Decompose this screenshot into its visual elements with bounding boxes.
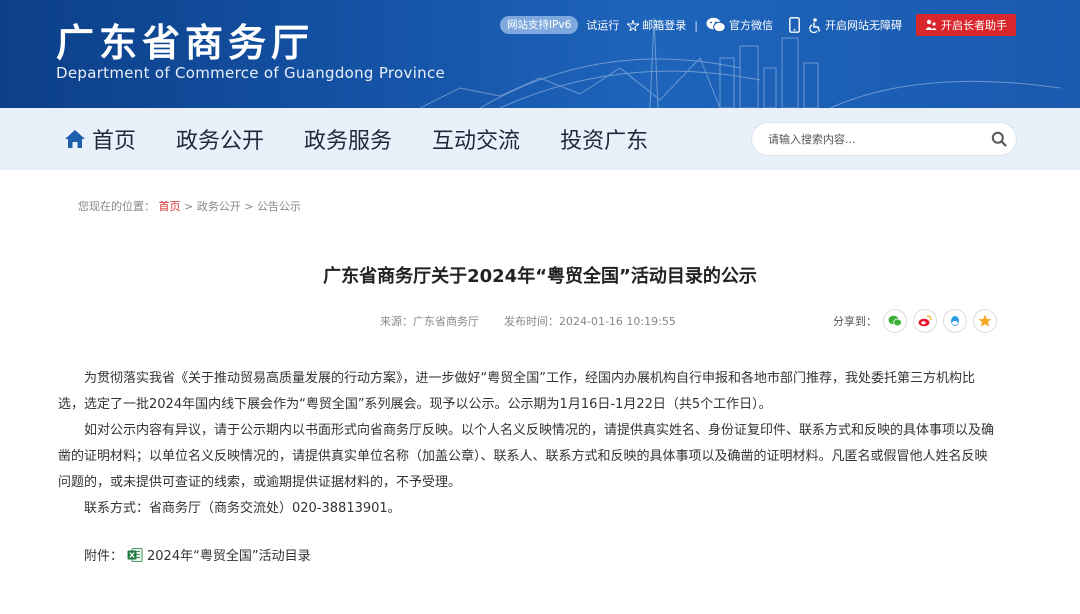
breadcrumb-prefix: 您现在的位置： [78, 200, 155, 213]
mobile-link[interactable] [789, 17, 800, 33]
attachment-row: 附件： 2024年“粤贸全国”活动目录 [84, 545, 311, 564]
wechat-icon [706, 17, 726, 33]
nav-items: 首页 政务公开 政务服务 互动交流 投资广东 [64, 108, 688, 170]
search-button[interactable] [982, 123, 1016, 155]
wechat-link[interactable]: 官方微信 [706, 17, 773, 33]
publish-time-label: 发布时间： [504, 315, 559, 328]
top-utility-bar: 网站支持IPv6 试运行 邮箱登录 | 官方微信 开启网站无障碍 开启长者助手 [499, 14, 1016, 36]
breadcrumb-separator: > [184, 200, 197, 213]
breadcrumb-announcements-link[interactable]: 公告公示 [257, 200, 301, 213]
source-value: 广东省商务厅 [413, 315, 479, 328]
weibo-icon [918, 315, 932, 327]
accessibility-label: 开启网站无障碍 [825, 19, 902, 32]
nav-item-label: 政务服务 [304, 129, 393, 154]
nav-item-home[interactable]: 首页 [64, 123, 136, 155]
topbar-separator: | [694, 18, 698, 32]
article-paragraph: 联系方式：省商务厅（商务交流处）020-38813901。 [84, 501, 401, 516]
nav-item-label: 投资广东 [560, 129, 649, 154]
share-wechat-button[interactable] [883, 309, 907, 333]
site-title: 广东省商务厅 [56, 21, 315, 65]
breadcrumb-home-link[interactable]: 首页 [159, 200, 181, 213]
wechat-label: 官方微信 [729, 19, 773, 32]
nav-item-label: 政务公开 [176, 129, 265, 154]
article-title: 广东省商务厅关于2024年“粤贸全国”活动目录的公示 [323, 266, 757, 287]
star-icon [978, 314, 992, 327]
mail-login-label: 邮箱登录 [642, 19, 687, 32]
attachment-label: 附件： [84, 549, 124, 564]
trial-label: 试运行 [586, 19, 620, 32]
breadcrumb-government-affairs-link[interactable]: 政务公开 [197, 200, 241, 213]
breadcrumb: 您现在的位置： 首页 > 政务公开 > 公告公示 [78, 198, 301, 214]
excel-file-icon [127, 547, 143, 562]
home-icon [65, 130, 85, 148]
attachment-link[interactable]: 2024年“粤贸全国”活动目录 [147, 545, 311, 564]
accessibility-icon [809, 17, 821, 33]
wechat-icon [888, 315, 902, 327]
elder-assistant-icon [925, 19, 937, 30]
article-body: 为贯彻落实我省《关于推动贸易高质量发展的行动方案》，进一步做好“粤贸全国”工作，… [58, 366, 998, 522]
nav-item-government-services[interactable]: 政务服务 [304, 123, 392, 155]
article-paragraph: 为贯彻落实我省《关于推动贸易高质量发展的行动方案》，进一步做好“粤贸全国”工作，… [58, 371, 975, 412]
nav-item-invest-guangdong[interactable]: 投资广东 [560, 123, 648, 155]
article-paragraph: 如对公示内容有异议，请于公示期内以书面形式向省商务厅反映。以个人名义反映情况的，… [58, 423, 995, 490]
elder-assistant-button[interactable]: 开启长者助手 [916, 14, 1016, 36]
share-label: 分享到： [833, 315, 877, 328]
site-subtitle: Department of Commerce of Guangdong Prov… [56, 64, 446, 82]
share-bar: 分享到： [833, 309, 997, 333]
search-box [752, 123, 1016, 155]
nav-item-government-affairs[interactable]: 政务公开 [176, 123, 264, 155]
publish-time-value: 2024-01-16 10:19:55 [559, 315, 676, 328]
share-qq-button[interactable] [943, 309, 967, 333]
search-input[interactable] [752, 131, 982, 147]
search-icon [991, 131, 1007, 147]
mail-login-link[interactable]: 邮箱登录 [627, 17, 686, 33]
nav-item-interaction[interactable]: 互动交流 [432, 123, 520, 155]
header-banner: 广东省商务厅 Department of Commerce of Guangdo… [0, 0, 1080, 108]
share-qzone-button[interactable] [973, 309, 997, 333]
ipv6-badge: 网站支持IPv6 [499, 16, 579, 34]
share-weibo-button[interactable] [913, 309, 937, 333]
qq-icon [951, 315, 959, 326]
source-label: 来源： [380, 315, 413, 328]
mobile-phone-icon [789, 17, 800, 33]
nav-item-home-label: 首页 [92, 129, 137, 154]
mail-icon [627, 19, 640, 31]
accessibility-link[interactable]: 开启网站无障碍 [808, 17, 902, 33]
article-meta: 来源：广东省商务厅 发布时间：2024-01-16 10:19:55 [380, 313, 676, 329]
nav-item-label: 互动交流 [432, 129, 521, 154]
elder-assistant-label: 开启长者助手 [941, 19, 1007, 32]
breadcrumb-separator: > [244, 200, 257, 213]
